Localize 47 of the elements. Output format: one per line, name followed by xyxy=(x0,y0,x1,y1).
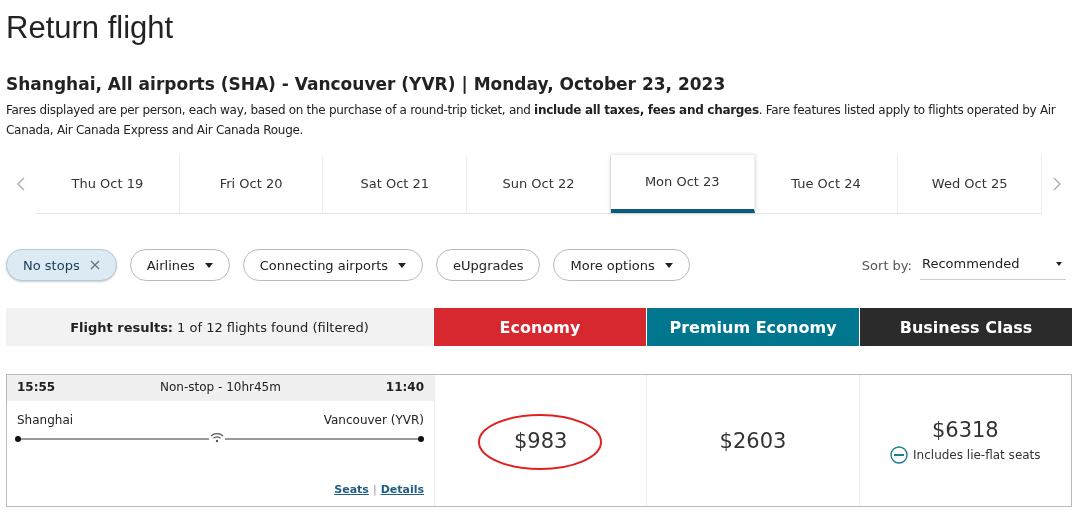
date-text: Monday, October 23, 2023 xyxy=(473,73,726,96)
seat-icon xyxy=(890,445,909,464)
sort-dropdown[interactable]: Recommended xyxy=(920,250,1066,280)
feature-text: Includes lie-flat seats xyxy=(913,447,1041,462)
origin-text: Shanghai xyxy=(17,413,74,427)
arrival-time: 11:40 xyxy=(385,380,424,396)
filter-chip[interactable]: eUpgrades xyxy=(436,249,541,281)
fare-price: $2603 xyxy=(719,428,787,453)
fare-price: $6318 xyxy=(931,417,999,442)
results-label: Flight results: xyxy=(70,319,174,335)
cabin-header: Business Class xyxy=(859,308,1072,346)
fare-notice: Fares displayed are per person, each way, based on the purchase of a round-trip ticket, and include all taxes, fees and charges. Fare features listed apply to flights operated by Air Canada, Air Canada Express and Air Canada Rouge. xyxy=(6,102,1057,139)
seats-link[interactable]: Seats xyxy=(334,483,369,496)
date-tab[interactable]: Fri Oct 20 xyxy=(179,154,324,213)
filter-chip[interactable]: No stops xyxy=(6,249,117,281)
date-tab[interactable]: Sun Oct 22 xyxy=(467,154,611,213)
caret-icon xyxy=(1056,261,1062,266)
filter-chip[interactable]: Connecting airports xyxy=(242,249,424,281)
results-count: 1 of 12 flights found (filtered) xyxy=(177,319,369,335)
destination-text: Vancouver (YVR) xyxy=(323,413,424,427)
fare-cell[interactable]: $983 xyxy=(435,375,648,506)
details-link[interactable]: Details xyxy=(380,483,424,496)
date-tab[interactable]: Sat Oct 21 xyxy=(323,154,468,213)
cabin-header: Premium Economy xyxy=(646,308,859,346)
date-tab[interactable]: Mon Oct 23 xyxy=(610,154,755,213)
duration-text: Non-stop - 10hr45m xyxy=(160,380,281,396)
separator-text: | xyxy=(461,73,468,96)
caret-icon xyxy=(664,262,673,268)
cabin-header: Economy xyxy=(433,308,646,346)
fare-cell[interactable]: $6318 Includes lie-flat seats xyxy=(859,375,1071,506)
sort-label: Sort by: xyxy=(861,257,912,273)
link-separator: | xyxy=(372,483,377,496)
route-text: Shanghai, All airports (SHA) - Vancouver (YVR) xyxy=(6,73,456,96)
departure-time: 15:55 xyxy=(17,380,56,396)
filter-chip[interactable]: More options xyxy=(553,249,690,281)
filter-chip[interactable]: Airlines xyxy=(129,249,230,281)
previous-icon[interactable] xyxy=(17,177,25,191)
fare-cell[interactable]: $2603 xyxy=(647,375,860,506)
date-tab[interactable]: Thu Oct 19 xyxy=(36,154,180,213)
fare-price: $983 xyxy=(513,428,568,453)
page-title: Return flight xyxy=(6,9,175,47)
date-tab[interactable]: Tue Oct 24 xyxy=(754,154,899,213)
close-icon[interactable] xyxy=(89,260,100,270)
date-tab[interactable]: Wed Oct 25 xyxy=(898,154,1043,213)
next-icon[interactable] xyxy=(1053,177,1061,191)
caret-icon xyxy=(204,262,213,268)
caret-icon xyxy=(398,262,407,268)
